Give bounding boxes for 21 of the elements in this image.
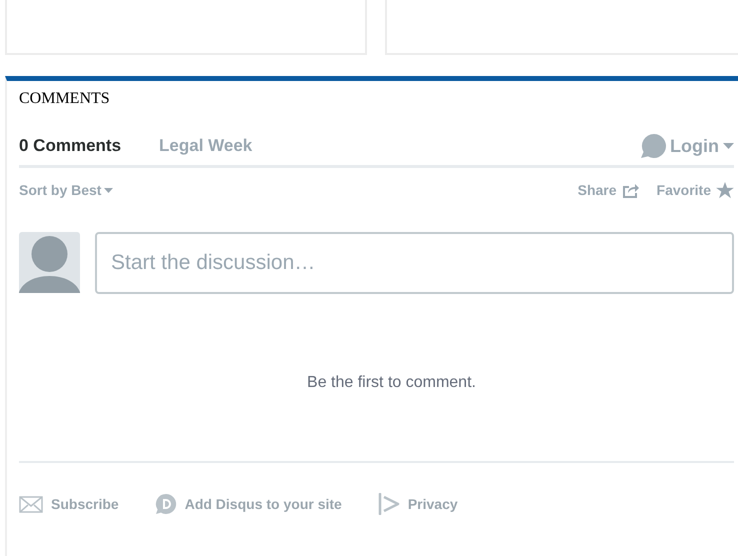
avatar-icon xyxy=(19,232,80,293)
login-button[interactable]: Login xyxy=(640,132,734,160)
footer-link[interactable]: Privacy xyxy=(378,493,458,515)
favorite-button[interactable]: Favorite xyxy=(656,180,734,200)
star-icon xyxy=(716,182,734,198)
footer-link[interactable]: Add Disqus to your site xyxy=(154,493,342,515)
footer-link[interactable]: Subscribe xyxy=(19,494,119,514)
share-button[interactable]: Share xyxy=(578,180,639,200)
envelope-icon xyxy=(19,496,43,512)
chat-bubble-icon xyxy=(154,493,177,515)
tab[interactable]: Legal Week xyxy=(159,133,252,159)
section-title: COMMENTS xyxy=(19,89,110,109)
caret-icon xyxy=(104,188,114,192)
sort-dropdown[interactable]: Sort by Best xyxy=(19,180,114,200)
caret-icon xyxy=(723,143,734,149)
tab[interactable]: 0 Comments xyxy=(19,133,122,159)
privacy-icon xyxy=(378,493,400,515)
chat-bubble-icon xyxy=(640,133,666,159)
share-icon xyxy=(622,182,639,198)
empty-message: Be the first to comment. xyxy=(307,373,476,393)
comment-input[interactable]: Start the discussion… xyxy=(95,232,734,294)
